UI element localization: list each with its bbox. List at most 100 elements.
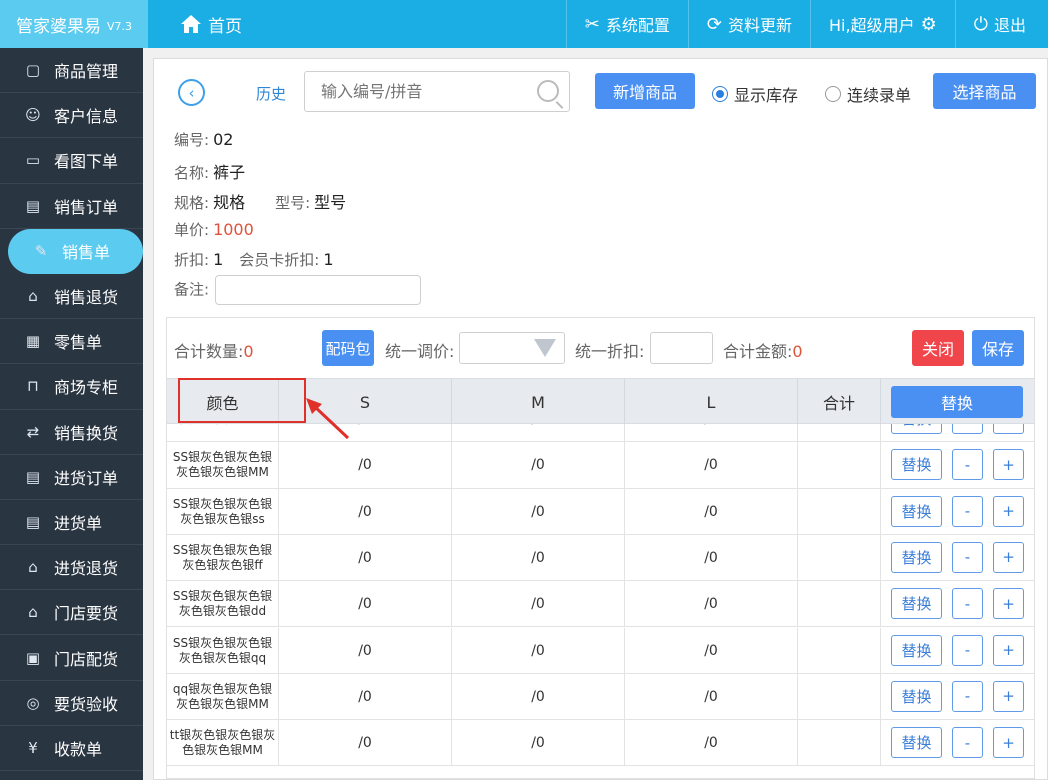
plus-button[interactable]: + — [993, 449, 1024, 481]
minus-button[interactable]: - — [952, 634, 983, 666]
cell-size-l[interactable]: /0 — [625, 534, 798, 581]
replace-button[interactable]: 替换 — [891, 424, 942, 434]
highlight-box — [178, 378, 306, 423]
sidebar-item[interactable]: ▤ 销售订单 — [0, 184, 143, 229]
cell-size-s[interactable]: /0 — [279, 673, 452, 720]
cell-size-l[interactable]: /0 — [625, 720, 798, 767]
sidebar-item[interactable]: ▤ 进货单 — [0, 500, 143, 546]
cell-size-m[interactable]: /0 — [452, 442, 625, 489]
sidebar-item[interactable]: ✎ 销售单 — [8, 228, 143, 274]
sidebar-item[interactable]: ▭ 看图下单 — [0, 138, 143, 184]
unified-price-select[interactable] — [459, 332, 565, 364]
chevron-left-icon: ‹ — [188, 83, 195, 102]
size-pack-button[interactable]: 配码包 — [322, 330, 374, 366]
cell-size-m[interactable]: /0 — [452, 534, 625, 581]
close-button[interactable]: 关闭 — [912, 330, 964, 366]
plus-button[interactable]: + — [993, 727, 1024, 759]
cell-size-l[interactable]: /0 — [625, 673, 798, 720]
cell-size-s[interactable]: /0 — [279, 534, 452, 581]
table-row: SS银灰色银灰色银灰色银灰色银MM/0/0/0 替换 - + — [167, 442, 1034, 489]
sidebar-item[interactable]: ▣ 门店配货 — [0, 635, 143, 681]
image-icon: ▭ — [25, 151, 41, 170]
replace-button[interactable]: 替换 — [891, 541, 942, 573]
cell-size-m[interactable]: /0 — [452, 720, 625, 767]
power-icon: ⏻ — [973, 13, 988, 35]
cell-size-l[interactable]: /0 — [625, 442, 798, 489]
sidebar-item-label: 进货退货 — [54, 559, 119, 579]
back-button[interactable]: ‹ — [178, 79, 205, 106]
add-product-button[interactable]: 新增商品 — [595, 73, 695, 109]
return-icon: ⌂ — [28, 287, 38, 306]
cell-size-s[interactable]: /0 — [279, 442, 452, 489]
logout-button[interactable]: ⏻ 退出 — [954, 0, 1048, 48]
sidebar-item[interactable]: ☺ 客户信息 — [0, 93, 143, 139]
shop-icon: ▣ — [25, 648, 41, 667]
price-label: 单价: — [174, 221, 210, 239]
table-row: SS银灰色银灰色银灰色银灰色银ss/0/0/0 替换 - + — [167, 488, 1034, 535]
cell-size-l[interactable]: /0 — [625, 627, 798, 674]
plus-button[interactable]: + — [993, 680, 1024, 712]
user-menu[interactable]: Hi,超级用户 ⚙ — [810, 0, 955, 48]
minus-button[interactable]: - — [952, 495, 983, 527]
cell-size-m[interactable]: /0 — [452, 581, 625, 628]
cell-size-l[interactable]: /0 — [625, 424, 798, 442]
save-button[interactable]: 保存 — [972, 330, 1024, 366]
plus-button[interactable]: + — [993, 495, 1024, 527]
sidebar-item[interactable]: ¥ 收款单 — [0, 726, 143, 771]
spec-row: 规格: 规格 型号: 型号 — [174, 189, 346, 213]
plus-button[interactable]: + — [993, 541, 1024, 573]
replace-all-button[interactable]: 替换 — [891, 386, 1023, 418]
remark-label: 备注: — [174, 280, 210, 299]
sidebar-item[interactable]: ⇄ 销售换货 — [0, 410, 143, 455]
replace-button[interactable]: 替换 — [891, 634, 942, 666]
cell-size-m[interactable]: /0 — [452, 488, 625, 535]
table-row: 黄色金黄色金FF/0/0/0替换-+ — [167, 424, 1034, 443]
sidebar-item[interactable]: ▤ 进货订单 — [0, 455, 143, 500]
user-greeting: Hi,超级用户 — [829, 16, 915, 35]
home-link[interactable]: 首页 — [180, 0, 242, 48]
replace-button[interactable]: 替换 — [891, 449, 942, 481]
cell-size-m[interactable]: /0 — [452, 424, 625, 442]
replace-button[interactable]: 替换 — [891, 680, 942, 712]
replace-button[interactable]: 替换 — [891, 727, 942, 759]
plus-button[interactable]: + — [993, 634, 1024, 666]
sidebar-item[interactable]: ▦ 零售单 — [0, 319, 143, 365]
sidebar-item[interactable]: ▢ 商品管理 — [0, 48, 143, 94]
cell-size-s[interactable]: /0 — [279, 488, 452, 535]
remark-input[interactable] — [215, 275, 422, 305]
unified-discount-input[interactable] — [650, 332, 713, 364]
sidebar-item[interactable]: ⌂ 销售退货 — [0, 274, 143, 320]
replace-button[interactable]: 替换 — [891, 588, 942, 620]
sidebar-item[interactable]: ⌂ 门店要货 — [0, 590, 143, 636]
sidebar-item[interactable]: ⊓ 商场专柜 — [0, 364, 143, 410]
minus-button[interactable]: - — [952, 541, 983, 573]
system-config-button[interactable]: ✂ 系统配置 — [565, 0, 688, 48]
cell-color: SS银灰色银灰色银灰色银灰色银ff — [167, 534, 279, 581]
plus-button[interactable]: + — [993, 588, 1024, 620]
replace-button[interactable]: 替换 — [891, 495, 942, 527]
select-product-button[interactable]: 选择商品 — [933, 73, 1036, 109]
cell-size-s[interactable]: /0 — [279, 720, 452, 767]
search-icon[interactable] — [537, 80, 559, 102]
minus-button[interactable]: - — [952, 680, 983, 712]
minus-button[interactable]: - — [952, 424, 983, 434]
minus-button[interactable]: - — [952, 727, 983, 759]
sidebar-item[interactable]: ⌂ 进货退货 — [0, 545, 143, 591]
search-input[interactable] — [321, 72, 531, 111]
refresh-icon: ⟳ — [706, 13, 722, 35]
sidebar-item[interactable]: ◎ 要货验收 — [0, 681, 143, 726]
cell-size-s[interactable]: /0 — [279, 581, 452, 628]
code-value: 02 — [213, 130, 234, 149]
show-stock-radio[interactable]: 显示库存 — [712, 82, 798, 106]
cell-size-s[interactable]: /0 — [279, 627, 452, 674]
minus-button[interactable]: - — [952, 449, 983, 481]
cell-size-l[interactable]: /0 — [625, 581, 798, 628]
refresh-data-button[interactable]: ⟳ 资料更新 — [687, 0, 810, 48]
continuous-entry-radio[interactable]: 连续录单 — [825, 82, 911, 106]
minus-button[interactable]: - — [952, 588, 983, 620]
cell-size-m[interactable]: /0 — [452, 627, 625, 674]
cell-size-l[interactable]: /0 — [625, 488, 798, 535]
cell-size-m[interactable]: /0 — [452, 673, 625, 720]
history-link[interactable]: 历史 — [256, 83, 286, 104]
plus-button[interactable]: + — [993, 424, 1024, 434]
